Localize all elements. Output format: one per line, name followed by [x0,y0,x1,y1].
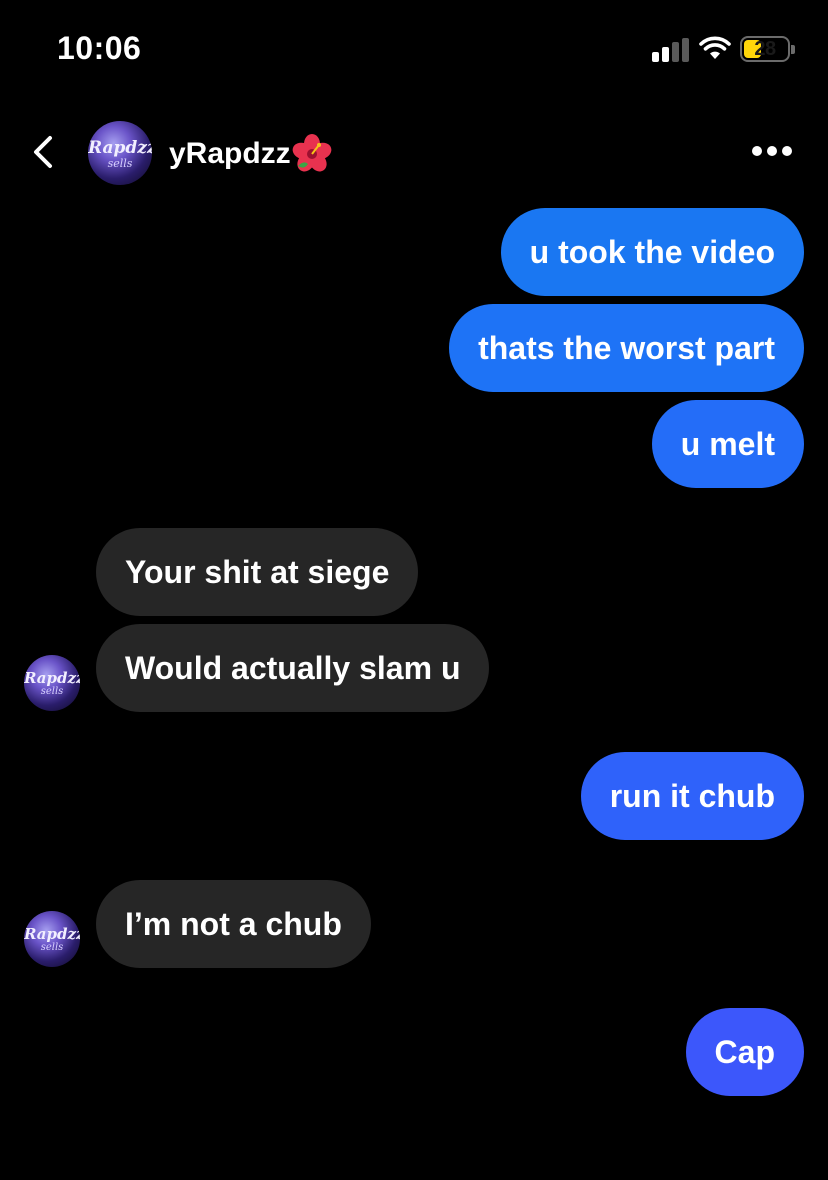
more-options-icon[interactable] [752,146,792,158]
avatar-logo-text: Rapdzz [24,925,80,943]
hibiscus-icon [292,134,332,172]
avatar-logo-subtext: sells [107,157,133,170]
message-bubble-outgoing[interactable]: Cap [685,1008,804,1096]
battery-icon: 28 [740,36,790,62]
battery-tip [791,45,795,54]
message-bubble-outgoing[interactable]: run it chub [580,752,804,840]
battery-level: 28 [754,38,776,60]
avatar-logo-subtext: sells [40,686,64,697]
username-label: yRapdzz [169,137,291,170]
sender-avatar[interactable]: Rapdzz sells [24,655,80,711]
chevron-left-icon[interactable] [26,130,60,174]
message-bubble-outgoing[interactable]: u melt [651,400,804,488]
sender-avatar[interactable]: Rapdzz sells [24,911,80,967]
avatar-logo-subtext: sells [40,942,64,953]
message-bubble-outgoing[interactable]: u took the video [500,208,804,296]
message-bubble-incoming[interactable]: Your shit at siege [96,528,419,616]
message-bubble-outgoing[interactable]: thats the worst part [449,304,804,392]
avatar-logo-text: Rapdzz [88,138,152,158]
message-bubble-incoming[interactable]: I’m not a chub [96,880,371,968]
cellular-signal-icon [652,38,690,62]
dm-thread-screen: 10:06 28 Rapdzz sells yRapdzz u took the… [0,0,828,1180]
conversation-title[interactable]: yRapdzz [169,134,333,174]
header-avatar[interactable]: Rapdzz sells [88,121,152,185]
status-time: 10:06 [57,30,142,66]
message-bubble-incoming[interactable]: Would actually slam u [96,624,490,712]
avatar-logo-text: Rapdzz [24,669,80,687]
wifi-icon [699,36,731,59]
